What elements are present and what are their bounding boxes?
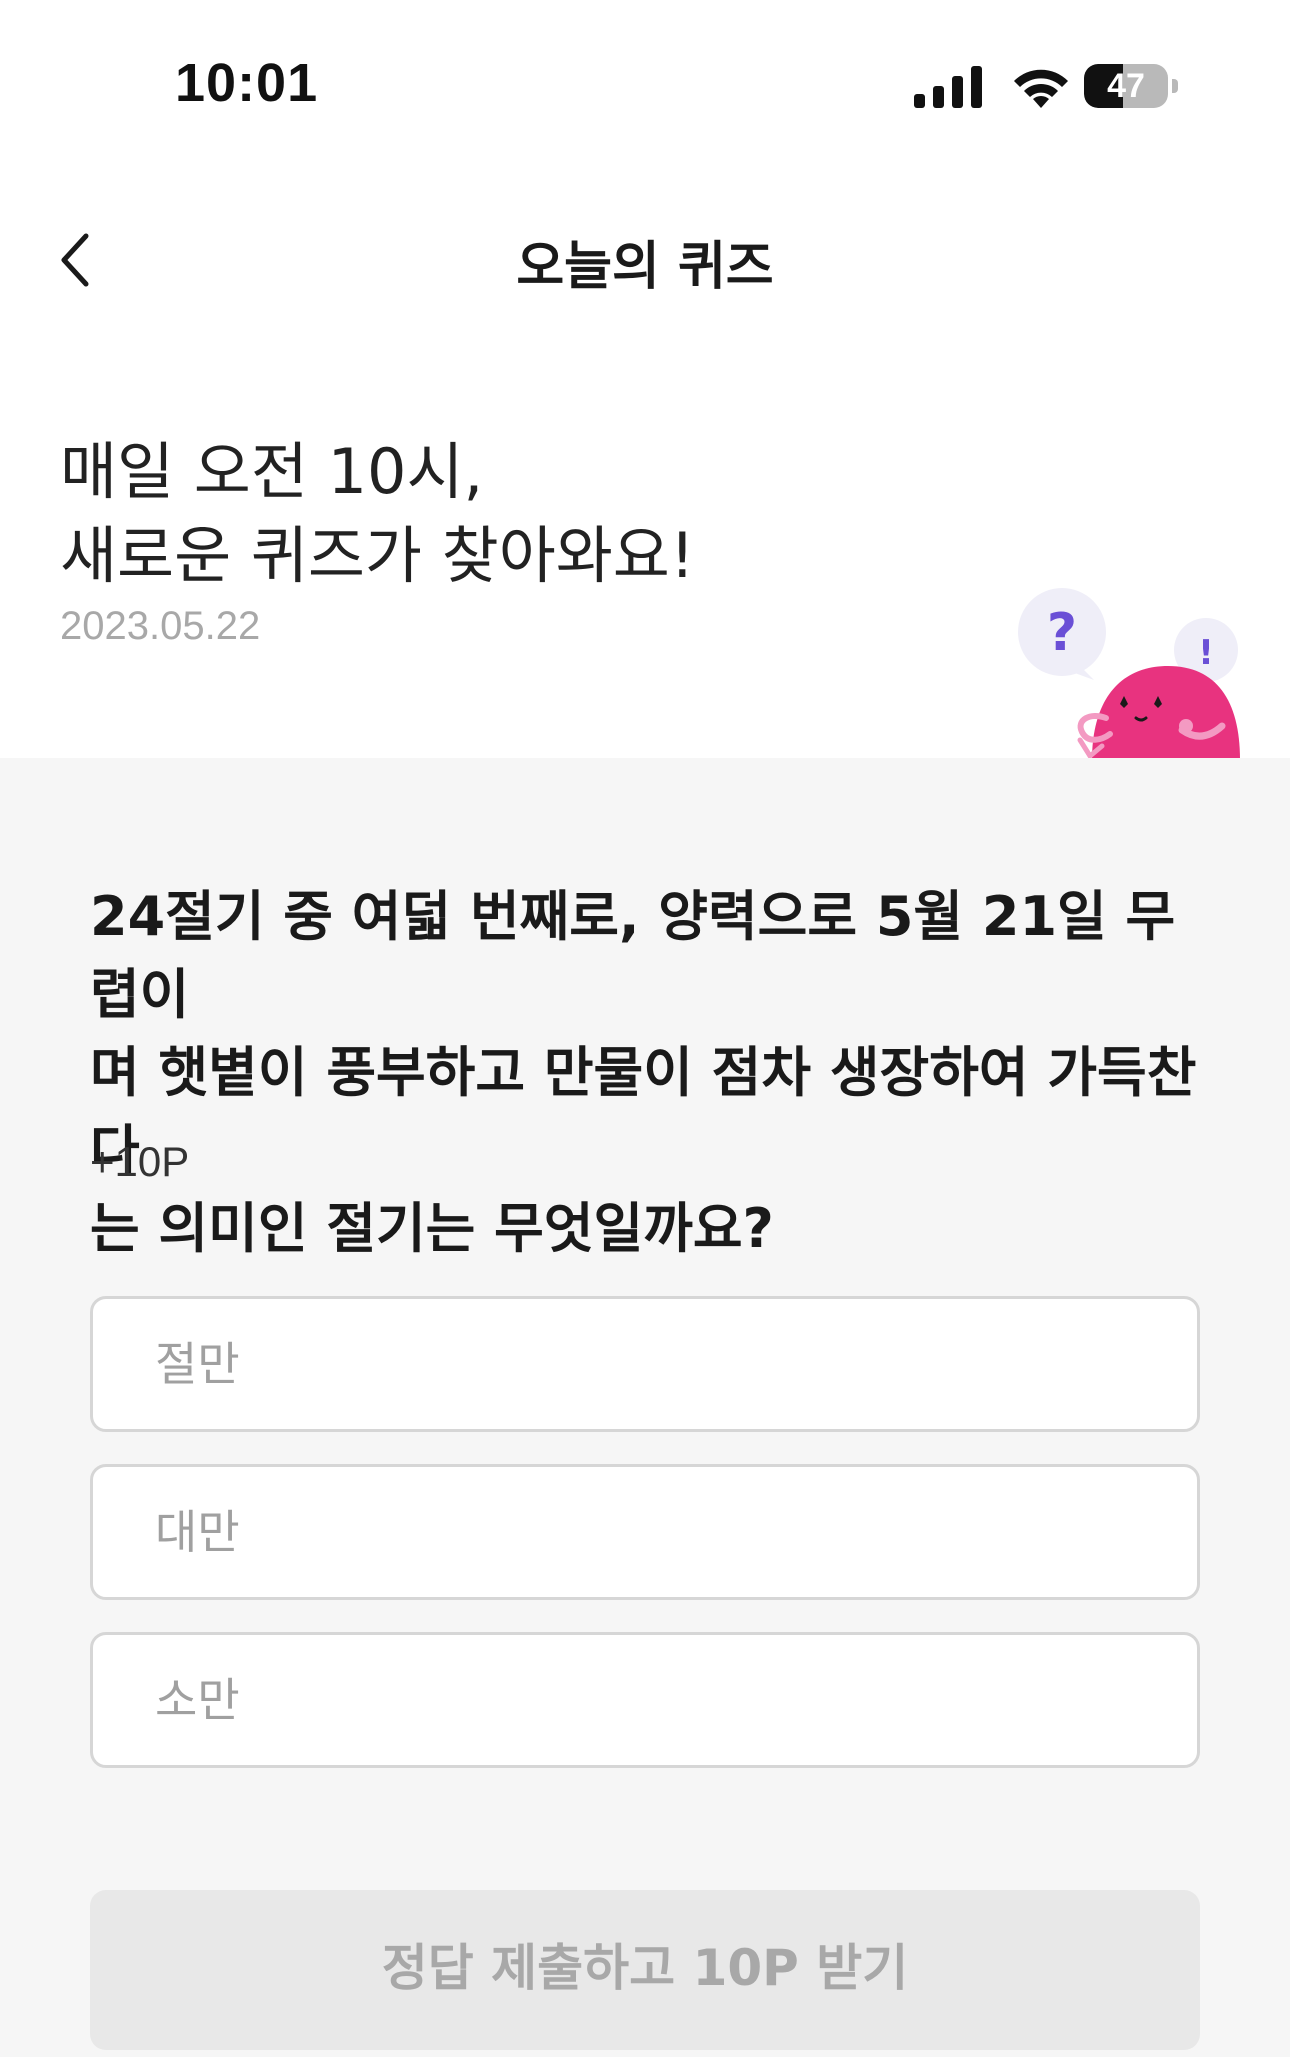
answer-option-1[interactable]: 절만: [90, 1296, 1200, 1432]
status-bar: 10:01 47: [0, 0, 1290, 170]
quiz-screen: 10:01 47 오늘의 퀴즈 매일 오전 10시, 새로운 퀴즈가 찾아와요!…: [0, 0, 1290, 2057]
exclamation-mark-icon: !: [1198, 633, 1214, 673]
submit-answer-button[interactable]: 정답 제출하고 10P 받기: [90, 1890, 1200, 2050]
cellular-signal-icon: [914, 66, 982, 108]
answer-options: 절만 대만 소만: [90, 1296, 1200, 1800]
answer-option-2[interactable]: 대만: [90, 1464, 1200, 1600]
status-time: 10:01: [175, 53, 319, 113]
quiz-area: 24절기 중 여덟 번째로, 양력으로 5월 21일 무렵이 며 햇볕이 풍부하…: [0, 758, 1290, 2057]
question-mark-icon: ?: [1047, 603, 1077, 663]
quiz-date: 2023.05.22: [60, 604, 261, 648]
nav-bar: 오늘의 퀴즈: [0, 200, 1290, 320]
battery-icon: 47: [1084, 64, 1180, 110]
intro-header: 매일 오전 10시, 새로운 퀴즈가 찾아와요! 2023.05.22: [60, 430, 960, 649]
page-title: 오늘의 퀴즈: [516, 237, 774, 297]
points-reward: +10P: [90, 1138, 190, 1185]
wifi-icon: [1014, 69, 1068, 108]
intro-line-1: 매일 오전 10시,: [60, 435, 484, 508]
quiz-question: 24절기 중 여덟 번째로, 양력으로 5월 21일 무렵이 며 햇볕이 풍부하…: [90, 885, 1197, 1260]
intro-line-2: 새로운 퀴즈가 찾아와요!: [60, 519, 695, 592]
mascot-illustration: ? !: [1018, 588, 1240, 760]
battery-level: 47: [1107, 67, 1145, 105]
status-icons: 47: [914, 62, 1184, 112]
answer-option-3[interactable]: 소만: [90, 1632, 1200, 1768]
